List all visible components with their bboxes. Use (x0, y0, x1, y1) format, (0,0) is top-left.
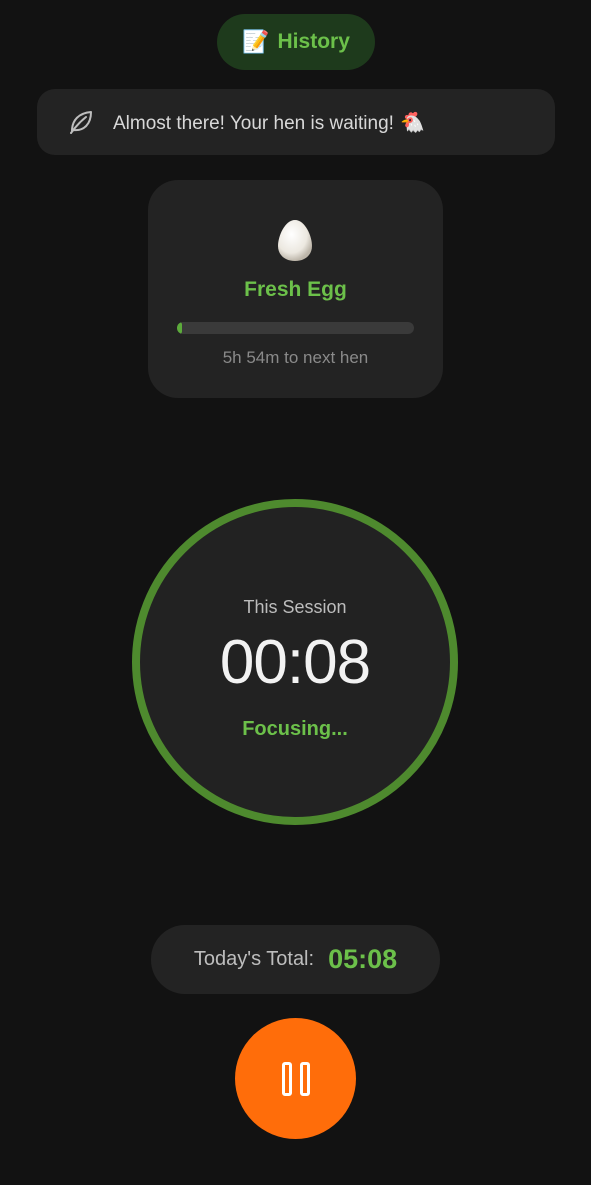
stage-name: Fresh Egg (244, 278, 347, 301)
memo-icon: 📝 (242, 29, 270, 54)
message-text: Almost there! Your hen is waiting! 🐔 (113, 110, 425, 135)
pause-bar-right (299, 1061, 310, 1096)
pause-icon (281, 1061, 310, 1096)
pause-button[interactable] (235, 1018, 356, 1139)
pause-bar-left (281, 1061, 292, 1096)
message-body: Almost there! Your hen is waiting! (113, 112, 394, 134)
egg-icon (277, 218, 313, 262)
todays-total-value: 05:08 (328, 944, 398, 974)
session-timer: This Session 00:08 Focusing... (132, 499, 458, 825)
next-hen-countdown: 5h 54m to next hen (222, 348, 369, 367)
focus-status: Focusing... (242, 718, 348, 740)
hen-icon: 🐔 (399, 111, 425, 134)
session-time: 00:08 (219, 628, 371, 697)
todays-total-label: Today's Total: (193, 948, 315, 970)
hen-progress-fill (177, 322, 182, 334)
history-label: History (277, 30, 350, 53)
todays-total: Today's Total: 05:08 (151, 925, 440, 994)
egg-progress-card: Fresh Egg 5h 54m to next hen (148, 180, 443, 398)
hen-progress-bar (177, 322, 414, 334)
status-message-bar: Almost there! Your hen is waiting! 🐔 (37, 89, 555, 155)
leaf-icon (67, 108, 95, 136)
history-button[interactable]: 📝 History (217, 14, 375, 70)
session-label: This Session (243, 597, 347, 617)
